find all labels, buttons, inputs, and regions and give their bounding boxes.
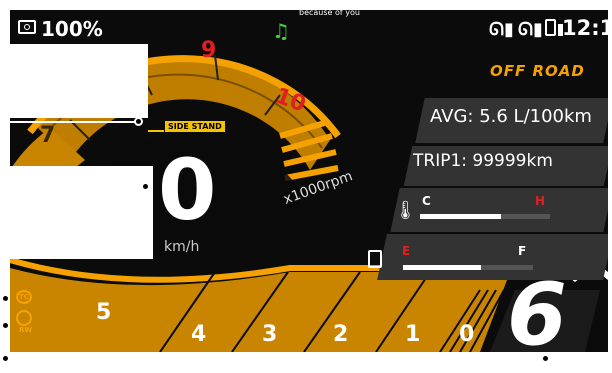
rw-indicator-label: RW	[19, 326, 33, 334]
abs-off-icon	[16, 310, 32, 326]
callout-dot-6	[541, 354, 550, 363]
callout-line-1	[0, 121, 136, 123]
temp-high-label: H	[535, 194, 546, 208]
tach-label-0: 0	[459, 322, 475, 347]
gear-indicator: 6	[507, 265, 567, 352]
music-note-icon: ♫	[272, 19, 290, 43]
tach-label-9: 9	[201, 38, 217, 63]
tach-label-3: 3	[262, 322, 278, 347]
callout-dot-4	[1, 321, 10, 330]
trip-distance: TRIP1: 99999km	[413, 151, 553, 171]
fuel-high-label: F	[518, 244, 527, 258]
annotation-box-1	[0, 44, 148, 118]
tach-label-1: 1	[405, 322, 421, 347]
fuel-panel	[377, 234, 608, 280]
annotation-box-2	[0, 166, 153, 259]
temp-bar-fill	[420, 214, 501, 219]
headset-2-icon: ᘏ▮	[518, 19, 543, 40]
callout-dot-2	[141, 182, 150, 191]
camera-icon	[18, 20, 36, 34]
song-title: because of you	[299, 8, 360, 17]
fuel-pump-icon	[368, 250, 382, 268]
tach-label-2: 2	[333, 322, 349, 347]
fuel-low-label: E	[402, 244, 411, 258]
battery-percent: 100%	[41, 17, 103, 41]
coolant-temp-icon: 🌡	[394, 200, 417, 221]
callout-line-2	[0, 186, 144, 188]
tach-label-5: 5	[96, 300, 112, 325]
side-stand-warning: SIDE STAND	[165, 121, 225, 132]
side-stand-icon	[148, 120, 164, 132]
avg-consumption: AVG: 5.6 L/100km	[430, 106, 592, 127]
temp-bar	[420, 214, 550, 219]
speed-unit: km/h	[164, 239, 200, 255]
speed-value: 0	[158, 141, 217, 239]
headset-1-icon: ᘏ▮	[489, 19, 514, 40]
callout-dot-1	[134, 117, 143, 126]
clock-time: 12:12	[562, 16, 608, 40]
tach-label-7: 7	[40, 123, 56, 148]
tach-label-4: 4	[191, 322, 207, 347]
callout-dot-5	[1, 354, 10, 363]
fuel-bar-fill	[403, 265, 481, 270]
riding-mode: OFF ROAD	[490, 62, 585, 80]
temp-low-label: C	[422, 194, 431, 208]
phone-icon	[545, 19, 556, 36]
traction-control-indicator: TC	[16, 290, 32, 304]
callout-dot-3	[1, 294, 10, 303]
